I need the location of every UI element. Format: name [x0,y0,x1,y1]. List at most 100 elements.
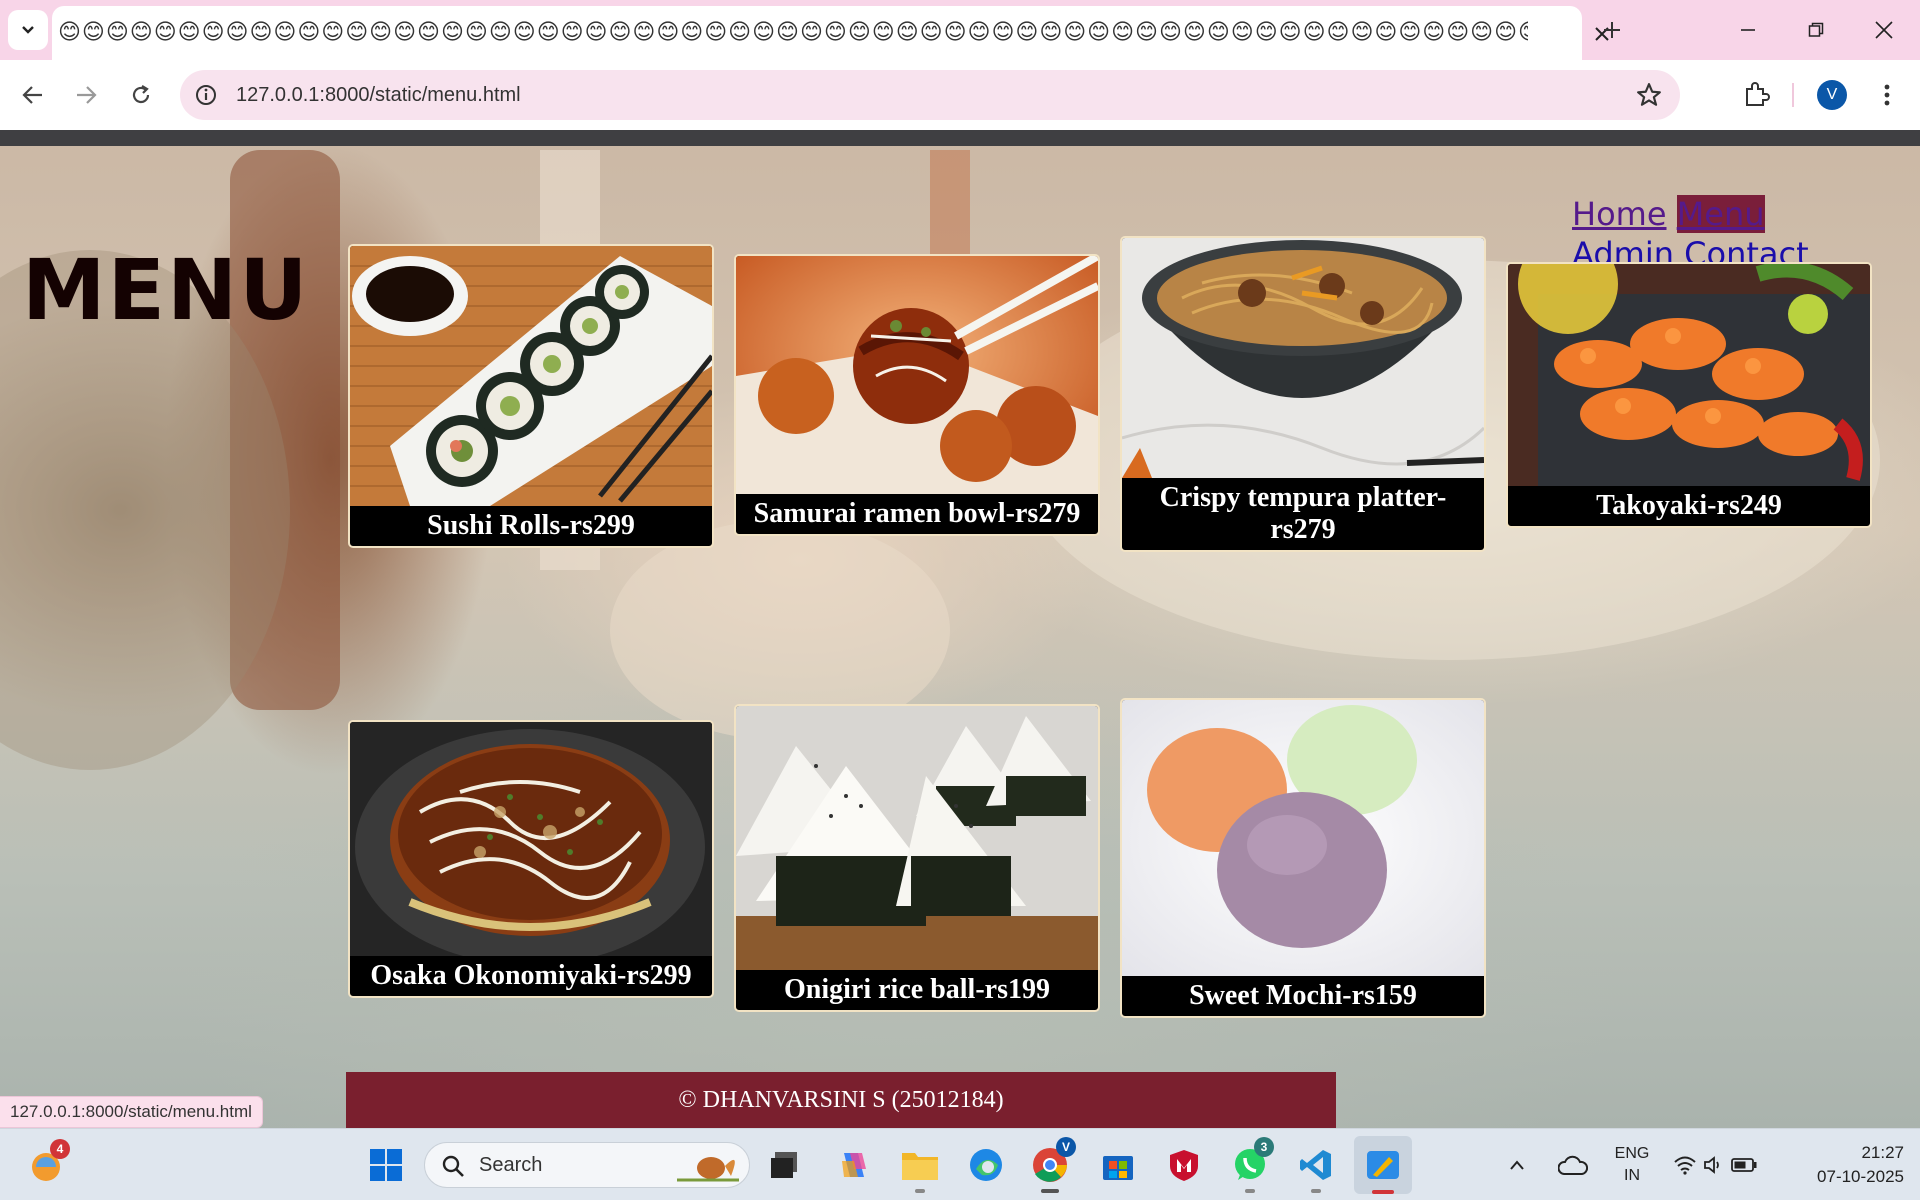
notification-badge: 3 [1254,1137,1274,1157]
browser-menu-button[interactable] [1872,77,1902,113]
battery-icon [1731,1158,1757,1172]
task-view-button[interactable] [762,1143,806,1187]
arrow-left-icon [22,86,42,104]
cloud-icon [1558,1155,1588,1175]
link-hover-status: 127.0.0.1:8000/static/menu.html [0,1096,263,1128]
chrome-button[interactable]: V [1028,1137,1076,1193]
page-title: MENU [22,241,310,339]
sushi-photo [350,246,712,506]
weather-widget[interactable]: 4 [26,1139,70,1187]
show-hidden-icons-button[interactable] [1504,1143,1530,1187]
menu-card[interactable]: Takoyaki-rs249 [1506,262,1872,528]
onigiri-photo [736,706,1098,970]
language-code: ENG [1614,1145,1650,1162]
chevron-up-icon [1510,1160,1524,1170]
reload-icon [132,85,150,104]
region-code: IN [1624,1167,1640,1184]
edge-button[interactable] [964,1143,1008,1187]
notification-badge: 4 [50,1139,70,1159]
store-button[interactable] [1096,1143,1140,1187]
taskbar-search[interactable]: Search [424,1142,750,1188]
minimize-button[interactable] [1728,12,1768,48]
new-tab-button[interactable] [1596,14,1628,46]
active-tab[interactable]: 😊😊😊😊😊😊😊😊😊😊😊😊😊😊😊😊😊😊😊😊😊😊😊😊😊😊😊😊😊😊😊😊😊😊😊😊😊😊😊😊… [52,6,1609,60]
menu-card[interactable]: Onigiri rice ball-rs199 [734,704,1100,1012]
paint-button[interactable] [1354,1136,1412,1194]
search-placeholder: Search [479,1154,543,1176]
folder-icon [902,1153,938,1180]
item-caption: Samurai ramen bowl-rs279 [753,498,1081,529]
vscode-icon [1300,1150,1331,1180]
reload-button[interactable] [123,77,159,113]
fried-shrimp-photo [1508,264,1870,486]
url-text[interactable]: 127.0.0.1:8000/static/menu.html [236,83,521,107]
store-icon [1103,1156,1133,1180]
minimize-icon [1741,29,1755,31]
close-window-button[interactable] [1864,12,1904,48]
shield-icon [1170,1150,1198,1181]
tab-strip: 😊😊😊😊😊😊😊😊😊😊😊😊😊😊😊😊😊😊😊😊😊😊😊😊😊😊😊😊😊😊😊😊😊😊😊😊😊😊😊😊… [0,0,1920,60]
item-caption: Sweet Mochi-rs159 [1189,980,1417,1011]
menu-card[interactable]: Samurai ramen bowl-rs279 [734,254,1100,536]
menu-card[interactable]: Crispy tempura platter-rs279 [1120,236,1486,552]
task-view-icon [771,1152,797,1178]
squirrel-icon [677,1157,739,1182]
wifi-icon [1674,1156,1696,1175]
takoyaki-photo [736,256,1098,494]
profile-avatar[interactable]: V [1817,80,1847,110]
forward-button[interactable] [68,77,104,113]
start-button[interactable] [364,1143,408,1187]
language-indicator[interactable]: ENG IN [1608,1143,1656,1187]
okonomiyaki-photo [350,722,712,956]
running-indicator [1372,1190,1394,1194]
item-caption: Sushi Rolls-rs299 [427,510,635,541]
page-footer: © DHANVARSINI S (25012184) [346,1072,1336,1128]
copilot-icon [842,1153,866,1177]
item-caption: Osaka Okonomiyaki-rs299 [370,960,692,991]
bookmark-star-icon[interactable] [1636,82,1662,108]
menu-card[interactable]: Sushi Rolls-rs299 [348,244,714,548]
tab-title: 😊😊😊😊😊😊😊😊😊😊😊😊😊😊😊😊😊😊😊😊😊😊😊😊😊😊😊😊😊😊😊😊😊😊😊😊😊😊😊😊… [58,20,1528,45]
windows-taskbar: 4 Search V 3 ENG IN 21:27 07-10-2025 [0,1128,1920,1200]
search-icon [442,1155,464,1177]
browser-toolbar: 127.0.0.1:8000/static/menu.html V [0,60,1920,130]
address-bar[interactable]: 127.0.0.1:8000/static/menu.html [180,70,1680,120]
nav-menu-link[interactable]: Menu [1676,195,1765,233]
running-indicator [1245,1189,1255,1193]
restore-icon [1808,22,1824,37]
toolbar-separator [1792,83,1794,107]
nav-home-link[interactable]: Home [1572,195,1667,233]
noodle-bowl-photo [1122,238,1484,478]
running-indicator [1041,1189,1059,1193]
close-icon [1875,21,1893,39]
arrow-right-icon [77,86,97,104]
clock-time: 21:27 [1861,1143,1904,1162]
menu-card[interactable]: Sweet Mochi-rs159 [1120,698,1486,1018]
mochi-photo [1122,700,1484,976]
quick-settings-button[interactable] [1670,1143,1760,1187]
windows-icon [370,1149,402,1181]
clock[interactable]: 21:27 07-10-2025 [1792,1141,1904,1189]
tab-search-button[interactable] [8,10,48,50]
restore-button[interactable] [1796,12,1836,48]
vscode-button[interactable] [1294,1143,1338,1193]
paint-icon [1367,1151,1399,1179]
item-caption: Crispy tempura platter-rs279 [1159,482,1447,545]
running-indicator [1311,1189,1321,1193]
menu-card[interactable]: Osaka Okonomiyaki-rs299 [348,720,714,998]
puzzle-icon [1746,82,1770,106]
copilot-button[interactable] [832,1143,876,1187]
extensions-button[interactable] [1738,77,1774,113]
onedrive-button[interactable] [1554,1143,1592,1187]
more-vertical-icon [1884,84,1890,106]
whatsapp-button[interactable]: 3 [1228,1137,1274,1193]
running-indicator [915,1189,925,1193]
profile-badge: V [1056,1137,1076,1157]
site-info-icon[interactable] [194,83,218,107]
item-caption: Takoyaki-rs249 [1596,490,1782,521]
plus-icon [1604,22,1620,38]
clock-date: 07-10-2025 [1817,1167,1904,1186]
back-button[interactable] [15,77,51,113]
file-explorer-button[interactable] [898,1143,942,1193]
mcafee-button[interactable] [1162,1143,1206,1187]
